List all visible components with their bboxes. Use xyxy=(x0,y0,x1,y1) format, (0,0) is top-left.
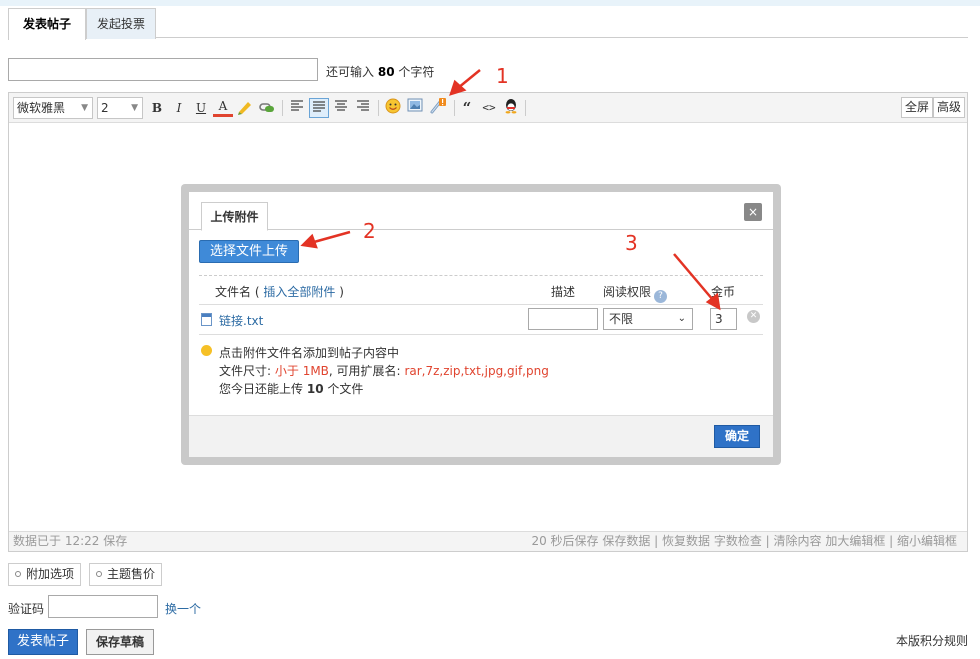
filename-header-label: 文件名 xyxy=(215,285,252,299)
title-input[interactable] xyxy=(8,58,318,81)
autosave-status: 数据已于 12:22 保存 xyxy=(13,534,128,548)
tip-remaining-uploads: 您今日还能上传 10 个文件 xyxy=(219,380,363,397)
align-justify-icon[interactable] xyxy=(309,98,329,118)
close-icon[interactable]: × xyxy=(744,203,762,221)
advanced-button[interactable]: 高级 xyxy=(933,97,966,118)
extra-options-label: 附加选项 xyxy=(26,567,75,581)
char-count-hint: 还可输入 80 个字符 xyxy=(326,63,434,80)
ext-prefix: , 可用扩展名: xyxy=(328,364,401,378)
paren-open: ( xyxy=(254,285,260,299)
attachment-filename-link[interactable]: 链接.txt xyxy=(219,312,263,329)
toolbar-divider xyxy=(378,100,379,116)
read-permission-value: 不限 xyxy=(609,312,634,326)
header-divider xyxy=(199,304,763,305)
annotation-arrow-1 xyxy=(457,69,481,89)
captcha-refresh-link[interactable]: 换一个 xyxy=(165,600,201,617)
align-left-icon[interactable] xyxy=(287,98,307,118)
dialog-tabs: 上传附件 × xyxy=(189,192,773,231)
fullscreen-button[interactable]: 全屏 xyxy=(901,97,934,118)
chevron-down-icon: ⌄ xyxy=(677,313,686,324)
help-icon[interactable]: ? xyxy=(654,290,668,303)
tab-upload-attachment[interactable]: 上传附件 xyxy=(201,202,268,231)
upload-attachment-dialog: 上传附件 × 选择文件上传 文件名 ( 插入全部附件 ) 描述 阅读权限? 金币… xyxy=(189,192,773,457)
toolbar-divider xyxy=(525,100,526,116)
extra-options-button[interactable]: 附加选项 xyxy=(8,563,82,586)
paren-close: ) xyxy=(339,285,344,299)
filename-header: 文件名 ( 插入全部附件 ) xyxy=(215,283,344,300)
post-tabs: 发表帖子 发起投票 xyxy=(8,6,968,40)
quote-button[interactable]: “ xyxy=(457,98,477,118)
link-icon[interactable] xyxy=(257,98,277,118)
delete-attachment-icon[interactable]: ✕ xyxy=(747,310,760,323)
align-center-icon[interactable] xyxy=(331,98,351,118)
bold-button[interactable]: B xyxy=(147,98,167,118)
font-family-value: 微软雅黑 xyxy=(17,101,66,115)
circle-icon xyxy=(96,571,102,577)
char-hint-count: 80 xyxy=(377,65,395,79)
align-right-icon[interactable] xyxy=(353,98,373,118)
font-color-button[interactable]: A xyxy=(213,98,233,117)
gold-price-input[interactable]: 3 xyxy=(710,308,737,330)
annotation-label-3: 3 xyxy=(625,231,638,255)
annotation-label-1: 1 xyxy=(496,64,509,88)
size-prefix: 文件尺寸: xyxy=(219,364,272,378)
chevron-down-icon: ▼ xyxy=(131,103,138,113)
image-icon[interactable] xyxy=(405,98,425,118)
select-file-upload-button[interactable]: 选择文件上传 xyxy=(199,240,299,263)
dialog-footer: 确定 xyxy=(189,415,773,457)
gold-header: 金币 xyxy=(711,285,736,299)
tab-new-post[interactable]: 发表帖子 xyxy=(8,8,86,40)
editor-status-bar: 数据已于 12:22 保存 20 秒后保存 保存数据 | 恢复数据 字数检查 |… xyxy=(9,531,967,551)
attachment-icon[interactable] xyxy=(427,98,447,118)
annotation-label-2: 2 xyxy=(363,219,376,243)
ext-value: rar,7z,zip,txt,jpg,gif,png xyxy=(404,364,549,378)
italic-button[interactable]: I xyxy=(169,98,189,118)
permission-header-label: 阅读权限 xyxy=(603,285,652,299)
circle-icon xyxy=(15,571,21,577)
char-hint-suffix: 个字符 xyxy=(398,65,435,79)
submit-post-button[interactable]: 发表帖子 xyxy=(8,629,78,655)
size-value: 小于 1MB xyxy=(274,364,329,378)
read-permission-select[interactable]: 不限 ⌄ xyxy=(603,308,693,330)
lightbulb-icon xyxy=(201,345,212,356)
chevron-down-icon: ▼ xyxy=(81,103,88,113)
tip-click-filename: 点击附件文件名添加到帖子内容中 xyxy=(219,346,400,360)
file-icon xyxy=(201,313,212,326)
font-size-select[interactable]: 2 ▼ xyxy=(97,97,143,119)
remaining-prefix: 您今日还能上传 xyxy=(219,382,304,396)
confirm-button[interactable]: 确定 xyxy=(714,425,760,448)
editor-toolbar: 微软雅黑 ▼ 2 ▼ B I U A “ <> 全屏 高级 xyxy=(9,93,967,123)
qq-icon[interactable] xyxy=(501,98,521,118)
char-hint-prefix: 还可输入 xyxy=(326,65,375,79)
editor-actions[interactable]: 20 秒后保存 保存数据 | 恢复数据 字数检查 | 清除内容 加大编辑框 | … xyxy=(531,532,957,551)
remaining-count: 10 xyxy=(306,382,324,396)
background-color-icon[interactable] xyxy=(235,98,255,118)
captcha-input[interactable] xyxy=(48,595,158,618)
attachment-description-input[interactable] xyxy=(528,308,598,330)
tab-new-poll[interactable]: 发起投票 xyxy=(86,8,156,39)
tip-file-size: 文件尺寸: 小于 1MB, 可用扩展名: rar,7z,zip,txt,jpg,… xyxy=(219,362,549,379)
points-rules-link[interactable]: 本版积分规则 xyxy=(896,632,968,649)
topic-price-label: 主题售价 xyxy=(107,567,156,581)
captcha-label: 验证码 xyxy=(8,602,45,616)
underline-button[interactable]: U xyxy=(191,98,211,118)
font-size-value: 2 xyxy=(101,101,109,115)
divider xyxy=(199,275,763,276)
smiley-icon[interactable] xyxy=(383,98,403,118)
remaining-suffix: 个文件 xyxy=(327,382,364,396)
insert-all-attachments-link[interactable]: 插入全部附件 xyxy=(263,285,335,299)
save-draft-button[interactable]: 保存草稿 xyxy=(86,629,154,655)
font-family-select[interactable]: 微软雅黑 ▼ xyxy=(13,97,93,119)
topic-price-button[interactable]: 主题售价 xyxy=(89,563,163,586)
code-button[interactable]: <> xyxy=(479,98,499,118)
row-divider xyxy=(199,334,763,335)
permission-header: 阅读权限? xyxy=(603,283,668,303)
toolbar-divider xyxy=(454,100,455,116)
desc-header: 描述 xyxy=(551,285,576,299)
toolbar-divider xyxy=(282,100,283,116)
